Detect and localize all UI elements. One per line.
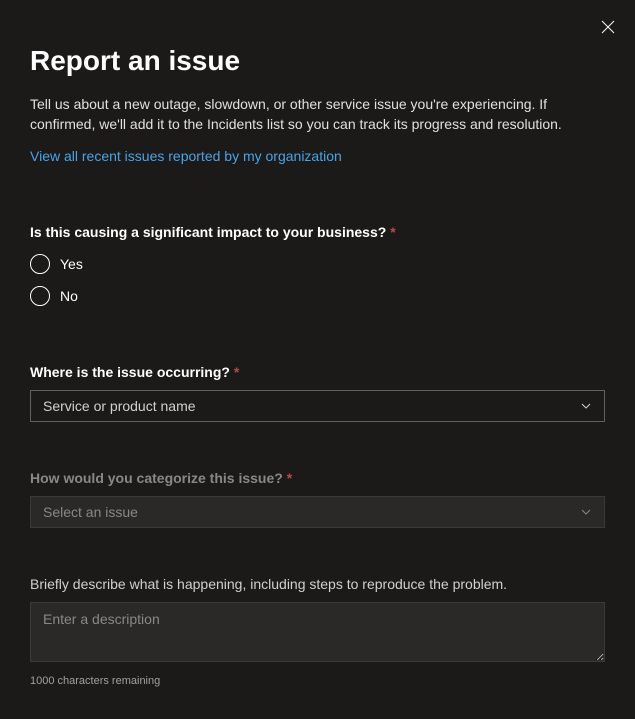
radio-label-yes: Yes <box>60 256 83 272</box>
category-label: How would you categorize this issue? * <box>30 470 605 486</box>
select-placeholder: Service or product name <box>43 398 196 414</box>
page-description: Tell us about a new outage, slowdown, or… <box>30 95 605 134</box>
radio-label-no: No <box>60 288 78 304</box>
impact-no-option[interactable]: No <box>30 286 605 306</box>
close-button[interactable] <box>596 15 620 39</box>
view-issues-link[interactable]: View all recent issues reported by my or… <box>30 148 342 164</box>
required-indicator: * <box>234 364 239 380</box>
page-title: Report an issue <box>30 45 605 77</box>
location-label: Where is the issue occurring? * <box>30 364 605 380</box>
char-count: 1000 characters remaining <box>30 675 605 687</box>
required-indicator: * <box>287 470 292 486</box>
radio-icon <box>30 254 50 274</box>
chevron-down-icon <box>580 506 592 518</box>
location-select[interactable]: Service or product name <box>30 390 605 422</box>
category-select: Select an issue <box>30 496 605 528</box>
radio-icon <box>30 286 50 306</box>
chevron-down-icon <box>580 400 592 412</box>
impact-radio-group: Yes No <box>30 254 605 306</box>
impact-label: Is this causing a significant impact to … <box>30 224 605 240</box>
select-placeholder: Select an issue <box>43 504 138 520</box>
required-indicator: * <box>390 224 395 240</box>
description-textarea[interactable] <box>30 602 605 662</box>
impact-yes-option[interactable]: Yes <box>30 254 605 274</box>
close-icon <box>601 20 615 34</box>
description-label: Briefly describe what is happening, incl… <box>30 576 605 592</box>
